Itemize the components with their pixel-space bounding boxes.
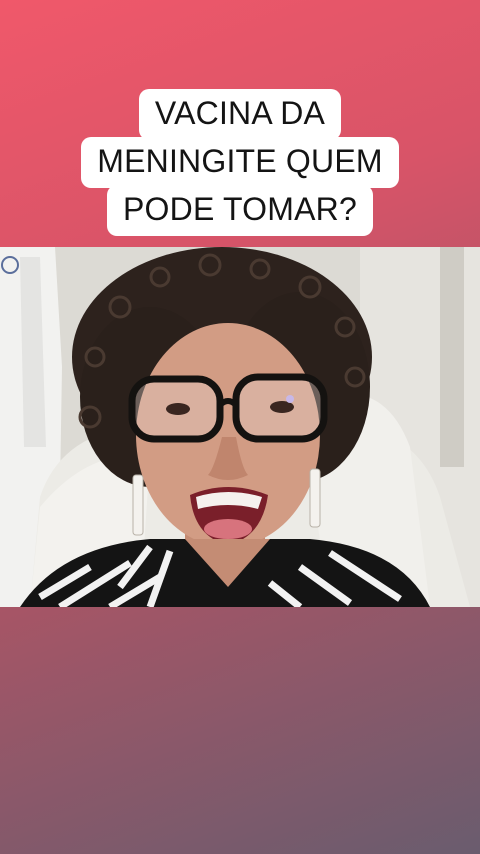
video-caption: VACINA DA MENINGITE QUEM PODE TOMAR?	[0, 89, 480, 236]
caption-line-3: PODE TOMAR?	[107, 185, 373, 236]
video-still-image	[0, 247, 480, 607]
video-frame[interactable]	[0, 247, 480, 607]
caption-line-1: VACINA DA	[138, 89, 342, 140]
caption-line-2: MENINGITE QUEM	[81, 137, 399, 188]
